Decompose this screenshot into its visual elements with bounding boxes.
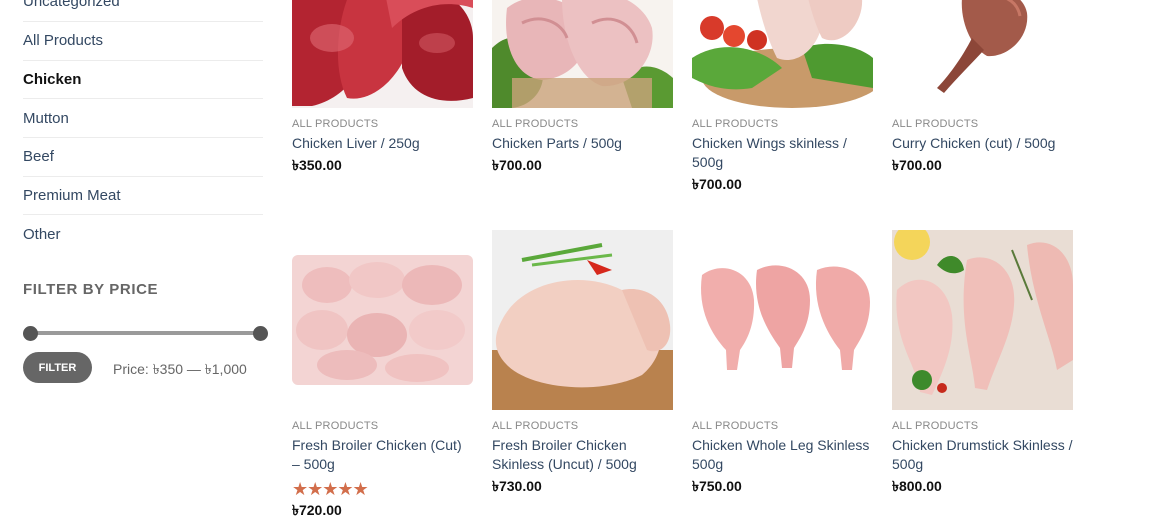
- filter-title: FILTER BY PRICE: [23, 281, 159, 298]
- product-category[interactable]: ALL PRODUCTS: [492, 420, 673, 432]
- product-category[interactable]: ALL PRODUCTS: [892, 118, 1073, 130]
- chicken-wings-image: [692, 0, 873, 108]
- broiler-skinless-image: [492, 230, 673, 410]
- curry-chicken-image: [892, 0, 1073, 108]
- product-price: ৳700.00: [892, 157, 942, 173]
- price-slider-track[interactable]: [31, 331, 261, 335]
- filter-button[interactable]: FILTER: [23, 352, 92, 383]
- product-image-broiler-skinless[interactable]: [492, 230, 673, 410]
- product-category[interactable]: ALL PRODUCTS: [692, 118, 873, 130]
- rating-stars-icon: ★★★★★: [292, 479, 369, 499]
- product-price: ৳800.00: [892, 478, 942, 494]
- category-mutton[interactable]: Mutton: [23, 99, 263, 139]
- product-price: ৳730.00: [492, 478, 542, 494]
- price-range-label: Price: ৳350 — ৳1,000: [113, 358, 247, 382]
- product-card: ALL PRODUCTS Curry Chicken (cut) / 500g …: [892, 0, 1073, 178]
- product-category[interactable]: ALL PRODUCTS: [292, 420, 473, 432]
- product-card: ALL PRODUCTS Fresh Broiler Chicken (Cut)…: [292, 230, 473, 523]
- chicken-liver-image: [292, 0, 473, 108]
- category-premium-meat[interactable]: Premium Meat: [23, 177, 263, 216]
- product-card: ALL PRODUCTS Chicken Liver / 250g ৳350.0…: [292, 0, 473, 178]
- product-price: ৳750.00: [692, 478, 742, 494]
- product-image-curry-chicken[interactable]: [892, 0, 1073, 108]
- product-name[interactable]: Chicken Wings skinless / 500g: [692, 134, 873, 172]
- product-name[interactable]: Chicken Parts / 500g: [492, 134, 673, 153]
- category-uncategorized[interactable]: Uncategorized: [23, 0, 263, 22]
- product-image-chicken-wings[interactable]: [692, 0, 873, 108]
- product-name[interactable]: Chicken Drumstick Skinless / 500g: [892, 436, 1073, 474]
- price-prefix: Price:: [113, 361, 149, 377]
- product-card: ALL PRODUCTS Fresh Broiler Chicken Skinl…: [492, 230, 673, 499]
- product-price: ৳700.00: [492, 157, 542, 173]
- price-slider-max-handle[interactable]: [253, 326, 268, 341]
- product-name[interactable]: Fresh Broiler Chicken Skinless (Uncut) /…: [492, 436, 673, 474]
- product-category[interactable]: ALL PRODUCTS: [492, 118, 673, 130]
- category-other[interactable]: Other: [23, 215, 263, 254]
- product-card: ALL PRODUCTS Chicken Whole Leg Skinless …: [692, 230, 873, 499]
- category-beef[interactable]: Beef: [23, 138, 263, 177]
- product-price: ৳350.00: [292, 157, 342, 173]
- product-category[interactable]: ALL PRODUCTS: [892, 420, 1073, 432]
- category-chicken[interactable]: Chicken: [23, 61, 263, 100]
- chicken-parts-image: [492, 0, 673, 108]
- product-name[interactable]: Chicken Whole Leg Skinless 500g: [692, 436, 873, 474]
- price-slider-min-handle[interactable]: [23, 326, 38, 341]
- product-image-chicken-liver[interactable]: [292, 0, 473, 108]
- product-name[interactable]: Curry Chicken (cut) / 500g: [892, 134, 1073, 153]
- product-image-broiler-cut[interactable]: [292, 230, 473, 410]
- broiler-cut-image: [292, 230, 473, 410]
- product-card: ALL PRODUCTS Chicken Wings skinless / 50…: [692, 0, 873, 197]
- product-name[interactable]: Fresh Broiler Chicken (Cut) – 500g: [292, 436, 473, 474]
- product-image-whole-leg[interactable]: [692, 230, 873, 410]
- product-category[interactable]: ALL PRODUCTS: [692, 420, 873, 432]
- product-price: ৳720.00: [292, 502, 342, 518]
- sidebar: Uncategorized All Products Chicken Mutto…: [23, 0, 268, 383]
- category-all-products[interactable]: All Products: [23, 22, 263, 61]
- product-price: ৳700.00: [692, 176, 742, 192]
- product-card: ALL PRODUCTS Chicken Drumstick Skinless …: [892, 230, 1073, 499]
- product-image-drumstick[interactable]: [892, 230, 1073, 410]
- price-range-value: ৳350 — ৳1,000: [152, 361, 247, 377]
- drumstick-image: [892, 230, 1073, 410]
- product-name[interactable]: Chicken Liver / 250g: [292, 134, 473, 153]
- product-card: ALL PRODUCTS Chicken Parts / 500g ৳700.0…: [492, 0, 673, 178]
- product-category[interactable]: ALL PRODUCTS: [292, 118, 473, 130]
- whole-leg-image: [692, 230, 873, 410]
- product-image-chicken-parts[interactable]: [492, 0, 673, 108]
